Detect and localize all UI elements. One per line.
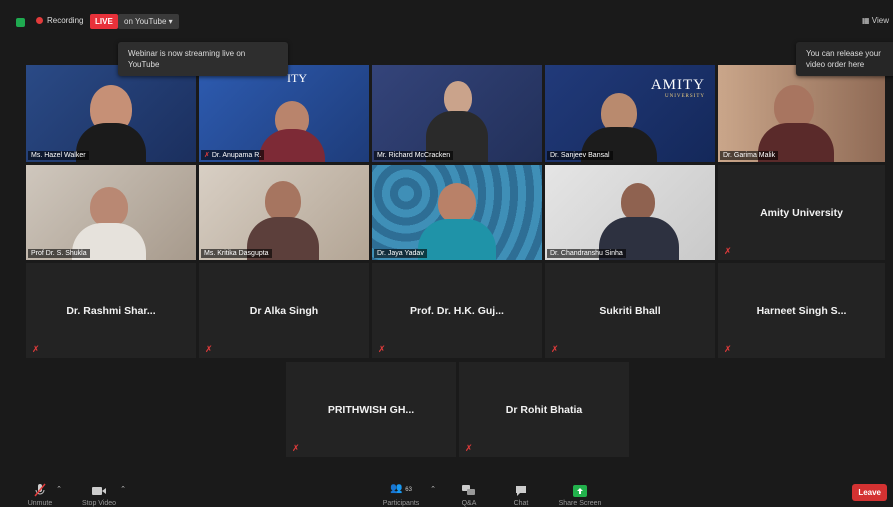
participant-name: Dr. Chandranshu Sinha <box>547 249 626 258</box>
record-dot-icon <box>36 17 43 24</box>
qa-icon <box>462 485 475 495</box>
view-label: View <box>871 16 889 25</box>
participant-video <box>438 183 476 223</box>
participant-name: Dr Alka Singh <box>249 304 319 317</box>
video-tile[interactable]: Dr. Garima Malik <box>718 65 885 162</box>
recording-indicator[interactable]: Recording <box>36 16 83 25</box>
participant-name: Dr. Jaya Yadav <box>374 249 427 258</box>
chat-button[interactable]: Chat <box>506 485 536 507</box>
muted-mic-icon: ✗ <box>551 344 559 354</box>
muted-mic-icon: ✗ <box>32 344 40 354</box>
participant-name: PRITHWISH GH... <box>327 403 415 416</box>
security-shield-icon[interactable] <box>16 18 25 27</box>
muted-mic-icon: ✗ <box>724 344 732 354</box>
participant-name: Dr Rohit Bhatia <box>505 403 583 416</box>
video-tile-no-video[interactable]: Dr. Rashmi Shar... ✗ <box>26 263 196 358</box>
share-screen-label: Share Screen <box>558 500 602 507</box>
video-tile-no-video[interactable]: Sukriti Bhall ✗ <box>545 263 715 358</box>
amity-logo: AMITY UNIVERSITY <box>650 77 705 99</box>
chat-icon <box>516 486 526 496</box>
youtube-label: on YouTube <box>124 17 167 26</box>
video-camera-icon <box>92 487 106 495</box>
participant-video <box>90 187 128 227</box>
top-bar: Recording LIVE on YouTube ▾ ▦ View <box>0 0 893 40</box>
chevron-up-icon[interactable]: ⌃ <box>428 485 438 493</box>
mic-muted-icon <box>34 483 46 497</box>
participants-count: 63 <box>405 487 412 493</box>
participants-label: Participants <box>382 500 420 507</box>
chevron-down-icon: ▾ <box>168 17 173 26</box>
chevron-up-icon[interactable]: ⌃ <box>54 485 64 493</box>
meeting-toolbar: Unmute ⌃ Stop Video ⌃ 👥 63 Participants … <box>0 473 893 507</box>
participant-name: Mr. Richard McCracken <box>374 151 454 160</box>
release-order-tooltip: You can release your video order here <box>796 42 893 76</box>
unmute-label: Unmute <box>27 500 53 507</box>
leave-button[interactable]: Leave <box>852 484 887 501</box>
participant-name: Harneet Singh S... <box>756 304 847 317</box>
participant-name: Amity University <box>760 206 843 219</box>
video-tile-no-video[interactable]: PRITHWISH GH... ✗ <box>286 362 456 457</box>
participant-name: Prof Dr. S. Shukla <box>28 249 90 258</box>
chevron-up-icon[interactable]: ⌃ <box>118 485 128 493</box>
participant-name: Dr. Garima Malik <box>720 151 779 160</box>
grid-icon: ▦ <box>862 16 870 25</box>
video-tile-no-video[interactable]: Prof. Dr. H.K. Guj... ✗ <box>372 263 542 358</box>
muted-mic-icon: ✗ <box>724 246 732 256</box>
muted-mic-icon: ✗ <box>292 443 300 453</box>
youtube-dropdown[interactable]: on YouTube ▾ <box>118 14 179 29</box>
logo-fragment: ITY <box>287 71 307 85</box>
view-button[interactable]: ▦ View <box>862 16 889 25</box>
share-screen-button[interactable]: Share Screen <box>554 485 606 507</box>
live-badge[interactable]: LIVE <box>90 14 118 29</box>
participants-icon: 👥 <box>390 483 403 494</box>
participant-name: Sukriti Bhall <box>599 304 661 317</box>
stop-video-label: Stop Video <box>81 500 117 507</box>
participant-name: Ms. Kritika Dasgupta <box>201 249 272 258</box>
participants-button[interactable]: 👥 63 Participants <box>376 483 426 507</box>
stop-video-button[interactable]: Stop Video <box>74 485 124 507</box>
video-tile[interactable]: ITY ✗ Dr. Anupama R. <box>199 65 369 162</box>
recording-label: Recording <box>47 16 84 25</box>
video-tile[interactable]: Dr. Jaya Yadav <box>372 165 542 260</box>
qa-label: Q&A <box>461 500 477 507</box>
video-tile[interactable]: Mr. Richard McCracken <box>372 65 542 162</box>
video-tile[interactable]: Ms. Hazel Walker <box>26 65 196 162</box>
video-tile-no-video[interactable]: Amity University ✗ <box>718 165 885 260</box>
muted-mic-icon: ✗ <box>204 152 212 159</box>
video-tile[interactable]: Prof Dr. S. Shukla <box>26 165 196 260</box>
muted-mic-icon: ✗ <box>378 344 386 354</box>
participant-name: Prof. Dr. H.K. Guj... <box>410 304 504 317</box>
participant-video <box>265 181 301 221</box>
video-tile[interactable]: Dr. Chandranshu Sinha <box>545 165 715 260</box>
share-screen-icon <box>573 485 587 497</box>
video-tile-no-video[interactable]: Dr Rohit Bhatia ✗ <box>459 362 629 457</box>
chat-label: Chat <box>513 500 529 507</box>
participant-name: Dr. Rashmi Shar... <box>66 304 156 317</box>
participant-name: Dr. Sanjeev Bansal <box>547 151 613 160</box>
participant-video <box>444 81 472 115</box>
video-tile[interactable]: Ms. Kritika Dasgupta <box>199 165 369 260</box>
muted-mic-icon: ✗ <box>205 344 213 354</box>
qa-button[interactable]: Q&A <box>454 485 484 507</box>
participant-name: Ms. Hazel Walker <box>28 151 89 160</box>
participant-name: ✗ Dr. Anupama R. <box>201 150 265 160</box>
video-tile-no-video[interactable]: Harneet Singh S... ✗ <box>718 263 885 358</box>
muted-mic-icon: ✗ <box>465 443 473 453</box>
participant-video <box>621 183 655 221</box>
video-tile-no-video[interactable]: Dr Alka Singh ✗ <box>199 263 369 358</box>
streaming-tooltip: Webinar is now streaming live on YouTube <box>118 42 288 76</box>
video-tile-active-speaker[interactable]: AMITY UNIVERSITY Dr. Sanjeev Bansal <box>545 65 715 162</box>
